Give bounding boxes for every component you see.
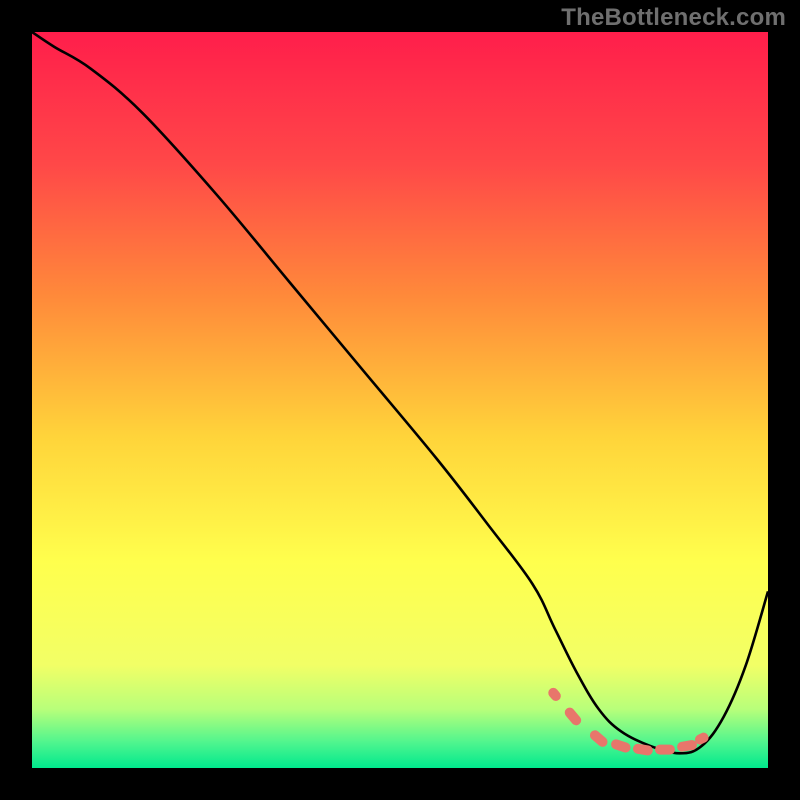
- gradient-background: [32, 32, 768, 768]
- chart-plot-area: [32, 32, 768, 768]
- chart-svg: [32, 32, 768, 768]
- highlight-dash: [655, 745, 675, 755]
- chart-frame: TheBottleneck.com: [0, 0, 800, 800]
- watermark-text: TheBottleneck.com: [561, 4, 786, 32]
